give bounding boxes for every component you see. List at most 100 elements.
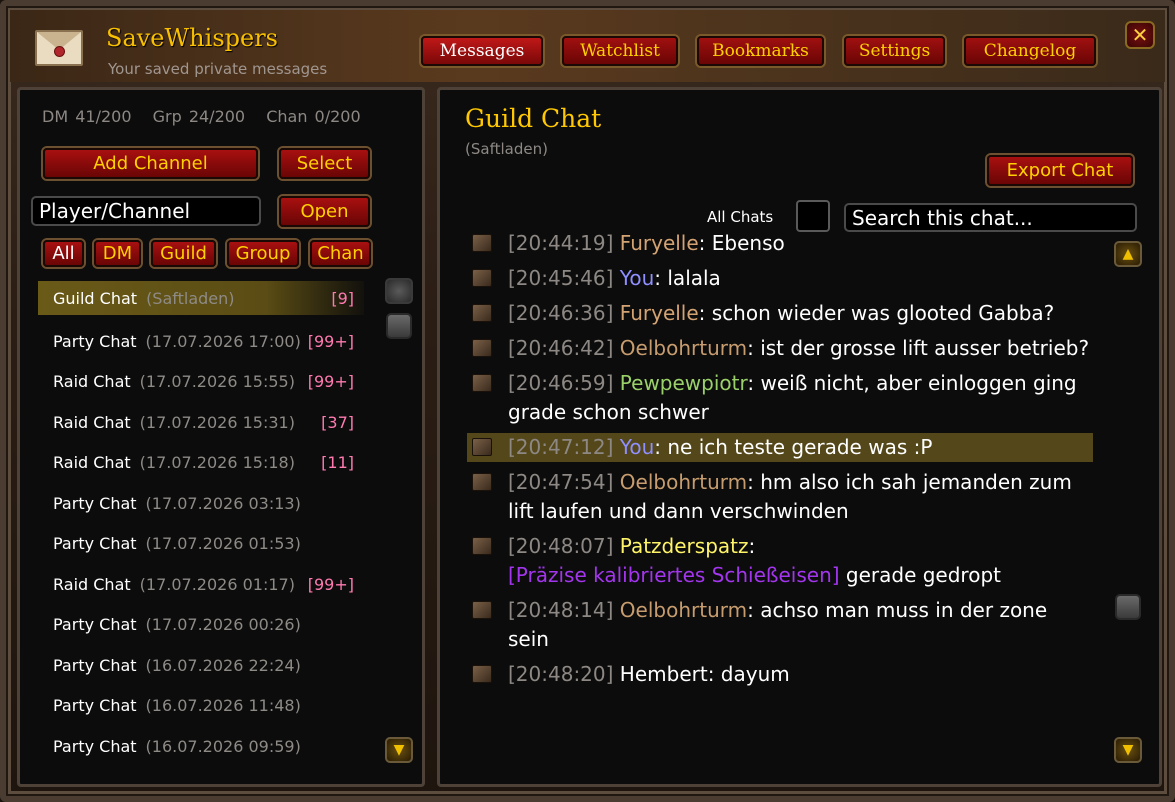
message-bookmark-icon[interactable] (472, 601, 492, 619)
channel-date: (17.07.2026 15:31) (139, 412, 295, 432)
channel-date: (16.07.2026 22:24) (145, 655, 301, 675)
message-row[interactable]: [20:46:59] Pewpewpiotr: weiß nicht, aber… (467, 369, 1093, 427)
channel-name: Party Chat (53, 655, 137, 675)
message-sender[interactable]: You (620, 435, 654, 459)
channel-date: (17.07.2026 00:26) (145, 615, 301, 635)
channel-list-item[interactable]: Party Chat (17.07.2026 03:13) (38, 483, 364, 524)
channel-list-item[interactable]: Party Chat (16.07.2026 11:48) (38, 686, 364, 727)
channel-date: (17.07.2026 01:53) (145, 534, 301, 554)
sidebar-scrollbar-thumb[interactable] (386, 313, 412, 339)
message-sender[interactable]: Oelbohrturm (620, 336, 747, 360)
channel-list-item[interactable]: Party Chat (16.07.2026 22:24) (38, 645, 364, 686)
message-sender[interactable]: Pewpewpiotr (620, 371, 748, 395)
message-row[interactable]: [20:48:20] Hembert: dayum (467, 660, 1093, 689)
message-time: [20:44:19] (508, 231, 614, 255)
channel-list-item[interactable]: Raid Chat (17.07.2026 15:55) [99+] (38, 362, 364, 403)
app-subtitle: Your saved private messages (108, 60, 328, 78)
envelope-icon (35, 30, 83, 66)
message-sender[interactable]: Furyelle (620, 301, 699, 325)
message-bookmark-icon[interactable] (472, 304, 492, 322)
message-sender[interactable]: Oelbohrturm (620, 598, 747, 622)
message-text: : Ebenso (698, 231, 785, 255)
message-time: [20:47:54] (508, 470, 614, 494)
message-bookmark-icon[interactable] (472, 269, 492, 287)
filter-dm[interactable]: DM (94, 240, 141, 267)
message-row[interactable]: [20:44:19] Furyelle: Ebenso (467, 229, 1093, 258)
message-time: [20:46:59] (508, 371, 614, 395)
message-text-after: gerade gedropt (839, 563, 1001, 587)
message-row[interactable]: [20:46:42] Oelbohrturm: ist der grosse l… (467, 334, 1093, 363)
player-channel-input[interactable]: Player/Channel (31, 196, 261, 226)
channel-date: (17.07.2026 15:55) (139, 372, 295, 392)
message-time: [20:45:46] (508, 266, 614, 290)
channel-list-item[interactable]: Raid Chat (17.07.2026 01:17) [99+] (38, 564, 364, 605)
message-row[interactable]: [20:46:36] Furyelle: schon wieder was gl… (467, 299, 1093, 328)
close-button[interactable]: ✕ (1125, 21, 1155, 49)
message-sender[interactable]: Furyelle (620, 231, 699, 255)
channel-list-item[interactable]: Guild Chat (Saftladen) [9] (38, 281, 364, 315)
message-text: : dayum (707, 662, 790, 686)
item-link[interactable]: [Präzise kalibriertes Schießeisen] (508, 563, 840, 587)
message-bookmark-icon[interactable] (472, 234, 492, 252)
chat-scroll-down-button[interactable]: ▼ (1114, 737, 1142, 763)
chan-count: Chan 0/200 (266, 107, 361, 126)
player-channel-value: Player/Channel (39, 199, 191, 223)
tab-messages[interactable]: Messages (421, 36, 543, 66)
channel-date: (17.07.2026 17:00) (145, 331, 301, 351)
message-sender[interactable]: You (620, 266, 654, 290)
message-bookmark-icon[interactable] (472, 665, 492, 683)
channel-list-item[interactable]: Party Chat (17.07.2026 17:00) [99+] (38, 321, 364, 362)
message-bookmark-icon[interactable] (472, 339, 492, 357)
unread-badge: [11] (321, 453, 354, 473)
message-bookmark-icon[interactable] (472, 438, 492, 456)
app-title: SaveWhispers (106, 24, 278, 52)
tab-bookmarks[interactable]: Bookmarks (697, 36, 824, 66)
add-channel-button[interactable]: Add Channel (43, 148, 258, 179)
message-row[interactable]: [20:45:46] You: lalala (467, 264, 1093, 293)
unread-badge: [37] (321, 412, 354, 432)
message-sender[interactable]: Patzderspatz (620, 534, 749, 558)
channel-name: Party Chat (53, 696, 137, 716)
channel-date: (17.07.2026 03:13) (145, 493, 301, 513)
chat-scroll-up-button[interactable]: ▲ (1114, 241, 1142, 267)
channel-list-item[interactable]: Raid Chat (17.07.2026 15:18) [11] (38, 443, 364, 484)
filter-guild[interactable]: Guild (151, 240, 216, 267)
channel-list-item[interactable]: Raid Chat (17.07.2026 15:31) [37] (38, 402, 364, 443)
export-chat-button[interactable]: Export Chat (987, 155, 1133, 186)
tab-settings[interactable]: Settings (844, 36, 945, 66)
message-time: [20:46:42] (508, 336, 614, 360)
sidebar-scroll-down-button[interactable]: ▼ (385, 737, 413, 763)
message-bookmark-icon[interactable] (472, 537, 492, 555)
filter-chan[interactable]: Chan (310, 240, 371, 267)
all-chats-checkbox[interactable] (796, 200, 830, 232)
message-sender[interactable]: Hembert (620, 662, 708, 686)
message-sender[interactable]: Oelbohrturm (620, 470, 747, 494)
message-text: : (748, 534, 756, 558)
channel-list-item[interactable]: Party Chat (17.07.2026 00:26) (38, 605, 364, 646)
message-bookmark-icon[interactable] (472, 374, 492, 392)
sidebar-scroll-up-button[interactable] (385, 278, 413, 304)
message-row[interactable]: [20:47:54] Oelbohrturm: hm also ich sah … (467, 468, 1093, 526)
message-row-highlighted[interactable]: [20:47:12] You: ne ich teste gerade was … (467, 433, 1093, 462)
select-button[interactable]: Select (279, 148, 370, 179)
message-time: [20:48:07] (508, 534, 614, 558)
open-button[interactable]: Open (279, 196, 370, 227)
channel-name: Raid Chat (53, 574, 131, 594)
message-text: : schon wieder was glooted Gabba? (698, 301, 1055, 325)
channel-date: (16.07.2026 09:59) (145, 736, 301, 756)
chat-scrollbar-thumb[interactable] (1115, 594, 1141, 620)
filter-group[interactable]: Group (227, 240, 299, 267)
message-row[interactable]: [20:48:07] Patzderspatz: [Präzise kalibr… (467, 532, 1093, 590)
filter-all[interactable]: All (43, 240, 84, 267)
message-time: [20:48:20] (508, 662, 614, 686)
tab-watchlist[interactable]: Watchlist (562, 36, 678, 66)
message-list: [20:44:19] Furyelle: Ebenso [20:45:46] Y… (467, 231, 1093, 695)
chat-search-placeholder: Search this chat... (852, 205, 1033, 230)
chat-search-input[interactable]: Search this chat... (844, 203, 1137, 232)
message-row[interactable]: [20:48:14] Oelbohrturm: achso man muss i… (467, 596, 1093, 654)
tab-changelog[interactable]: Changelog (964, 36, 1096, 66)
channel-name: Party Chat (53, 736, 137, 756)
channel-list-item[interactable]: Party Chat (17.07.2026 01:53) (38, 524, 364, 565)
message-bookmark-icon[interactable] (472, 473, 492, 491)
channel-list-item[interactable]: Party Chat (16.07.2026 09:59) (38, 726, 364, 767)
